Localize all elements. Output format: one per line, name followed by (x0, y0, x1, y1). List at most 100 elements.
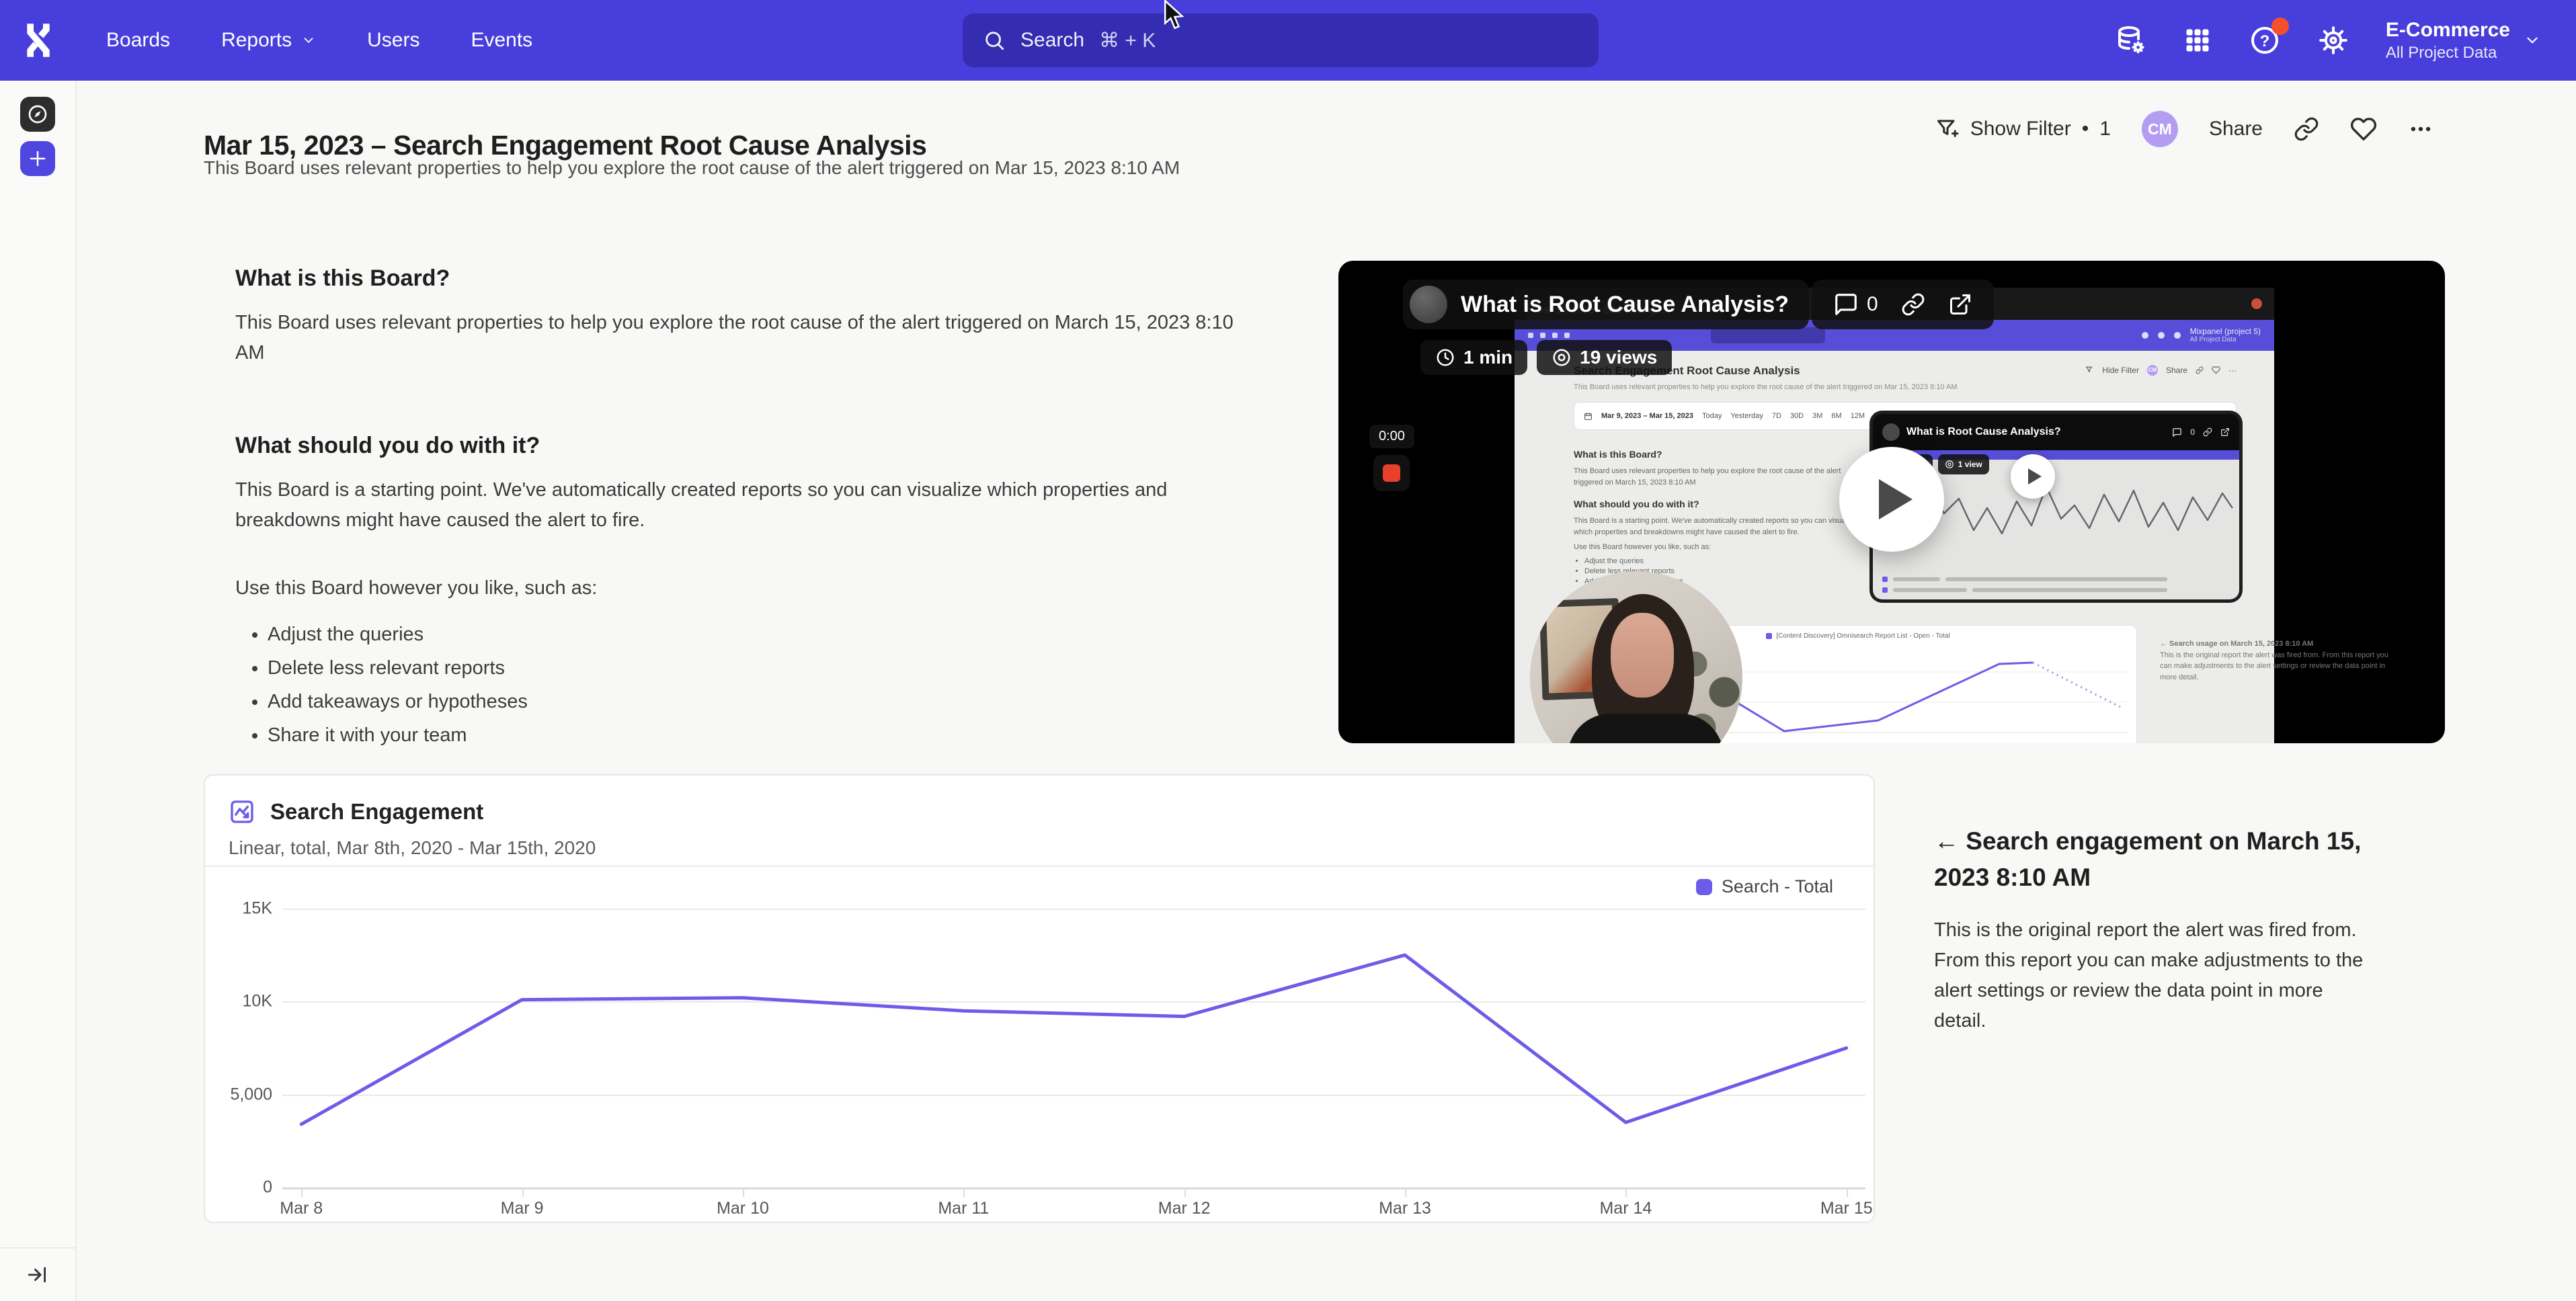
navbar-right: ? E-Commerce All Project Data (2114, 0, 2541, 81)
plus-icon (28, 149, 48, 169)
section-body: This Board is a starting point. We've au… (235, 475, 1257, 536)
nav-item-users[interactable]: Users (367, 29, 419, 52)
filter-count: 1 (2099, 118, 2111, 140)
mini-board-subtitle: This Board uses relevant properties to h… (1574, 383, 1990, 391)
nav-item-events[interactable]: Events (471, 29, 532, 52)
comment-count: 0 (1867, 293, 1878, 316)
project-scope: All Project Data (2386, 43, 2510, 63)
nav-item-label: Users (367, 29, 419, 52)
record-button (1373, 455, 1410, 491)
clock-icon (1435, 347, 1455, 368)
comment-icon (1833, 292, 1859, 317)
search-icon (983, 29, 1006, 52)
mini-side-note: ← Search usage on March 15, 2023 8:10 AM… (2160, 638, 2388, 683)
more-options-icon[interactable] (2408, 116, 2433, 142)
chart-plot-area[interactable] (282, 890, 1865, 1189)
engagement-line-svg (282, 890, 1865, 1189)
nav-item-reports[interactable]: Reports (221, 29, 316, 52)
line-chart-icon (229, 798, 255, 825)
x-tick-label: Mar 14 (1599, 1199, 1652, 1218)
avatar[interactable]: CM (2142, 111, 2178, 147)
nested-play-button (2011, 454, 2055, 499)
svg-text:?: ? (2260, 32, 2270, 50)
apps-grid-icon[interactable] (2183, 26, 2212, 55)
search-input[interactable]: Search ⌘ + K (963, 13, 1599, 67)
x-tick-label: Mar 15 (1820, 1199, 1873, 1218)
video-title-overlay: What is Root Cause Analysis? (1403, 280, 1809, 329)
mini-nav-items (1528, 333, 1570, 338)
nav-item-label: Reports (221, 29, 292, 52)
project-switcher[interactable]: E-Commerce All Project Data (2386, 17, 2541, 63)
report-title[interactable]: Search Engagement (270, 799, 483, 825)
list-item: Share it with your team (268, 724, 1257, 747)
video-views: 19 views (1580, 347, 1657, 368)
favorite-heart-icon[interactable] (2350, 116, 2377, 142)
mixpanel-logo-icon[interactable] (23, 22, 54, 59)
board-subtitle: This Board uses relevant properties to h… (204, 157, 1180, 179)
help-icon[interactable]: ? (2249, 24, 2281, 56)
play-icon (1879, 479, 1913, 519)
video-duration: 1 min (1463, 347, 1513, 368)
open-external-icon[interactable] (1948, 292, 1972, 317)
side-note-body: This is the original report the alert wa… (1934, 915, 2378, 1036)
list-item: Add takeaways or hypotheses (268, 691, 1257, 713)
dot-separator: • (2082, 118, 2089, 140)
alert-side-note: ← Search engagement on March 15, 2023 8:… (1934, 823, 2378, 1036)
list-item: Delete less relevant reports (268, 657, 1257, 679)
list-intro: Use this Board however you like, such as… (235, 573, 1257, 603)
mini-project-name: Mixpanel (project 5) (2190, 327, 2261, 336)
section-title: What should you do with it? (235, 433, 1257, 459)
section-title: What is this Board? (235, 265, 1257, 292)
chevron-down-icon (2524, 32, 2541, 49)
top-navbar: Boards Reports Users Events Search ⌘ + K… (0, 0, 2576, 81)
recorder-controls: 0:00 (1369, 425, 1414, 491)
x-tick-label: Mar 11 (938, 1199, 989, 1218)
nav-item-boards[interactable]: Boards (106, 29, 170, 52)
suggestions-list: Adjust the queries Delete less relevant … (235, 624, 1257, 747)
video-link-icon[interactable] (1901, 292, 1925, 317)
left-rail (0, 81, 77, 1301)
discover-compass-button[interactable] (20, 97, 55, 132)
nested-views: 1 view (1958, 460, 1982, 469)
mini-board-actions: Hide Filter CM Share ··· (2085, 365, 2237, 376)
search-placeholder: Search (1020, 29, 1084, 52)
share-button[interactable]: Share (2209, 118, 2263, 140)
video-title: What is Root Cause Analysis? (1461, 292, 1789, 318)
video-duration-chip: 1 min (1420, 340, 1527, 375)
nested-avatar (1882, 423, 1900, 441)
show-filter-label: Show Filter (1970, 118, 2071, 140)
nested-video-title: What is Root Cause Analysis? (1906, 426, 2061, 438)
show-filter-button[interactable]: Show Filter • 1 (1935, 117, 2111, 141)
data-management-icon[interactable] (2114, 24, 2146, 56)
video-meta-chips: 1 min 19 views (1420, 340, 1672, 375)
mouse-cursor (1163, 0, 1186, 34)
presenter-avatar (1410, 286, 1447, 323)
project-name: E-Commerce (2386, 17, 2510, 43)
y-axis-labels: 15K 10K 5,000 0 (217, 890, 272, 1189)
nav-item-label: Boards (106, 29, 170, 52)
create-new-button[interactable] (20, 141, 55, 176)
play-button[interactable] (1839, 447, 1944, 552)
video-actions-overlay: 0 (1812, 280, 1994, 329)
chevron-down-icon (301, 33, 316, 48)
report-subtitle: Linear, total, Mar 8th, 2020 - Mar 15th,… (229, 837, 596, 859)
project-info: E-Commerce All Project Data (2386, 17, 2510, 63)
video-views-chip: 19 views (1537, 340, 1672, 375)
report-card: Search Engagement Linear, total, Mar 8th… (204, 774, 1875, 1223)
copy-link-icon[interactable] (2294, 116, 2319, 142)
nav-item-label: Events (471, 29, 532, 52)
search-shortcut: ⌘ + K (1099, 29, 1156, 52)
report-header: Search Engagement Linear, total, Mar 8th… (205, 775, 1874, 867)
filter-funnel-icon (1935, 117, 1960, 141)
mini-search (1711, 327, 1825, 343)
recording-indicator-dot (2251, 298, 2262, 309)
mini-legend-label: [Content Discovery] Omnisearch Report Li… (1776, 632, 1949, 640)
board-description: What is this Board? This Board uses rele… (235, 265, 1257, 758)
app-root: Boards Reports Users Events Search ⌘ + K… (0, 0, 2576, 1301)
side-note-title: ← Search engagement on March 15, 2023 8:… (1934, 823, 2378, 895)
video-player-card[interactable]: Mar 15, 2023 - Search Enga... Mixpanel (… (1338, 261, 2445, 743)
settings-gear-icon[interactable] (2317, 24, 2349, 56)
expand-sidebar-button[interactable] (0, 1247, 75, 1301)
video-comments-button[interactable]: 0 (1833, 292, 1878, 317)
mini-project-scope: All Project Data (2190, 336, 2261, 344)
